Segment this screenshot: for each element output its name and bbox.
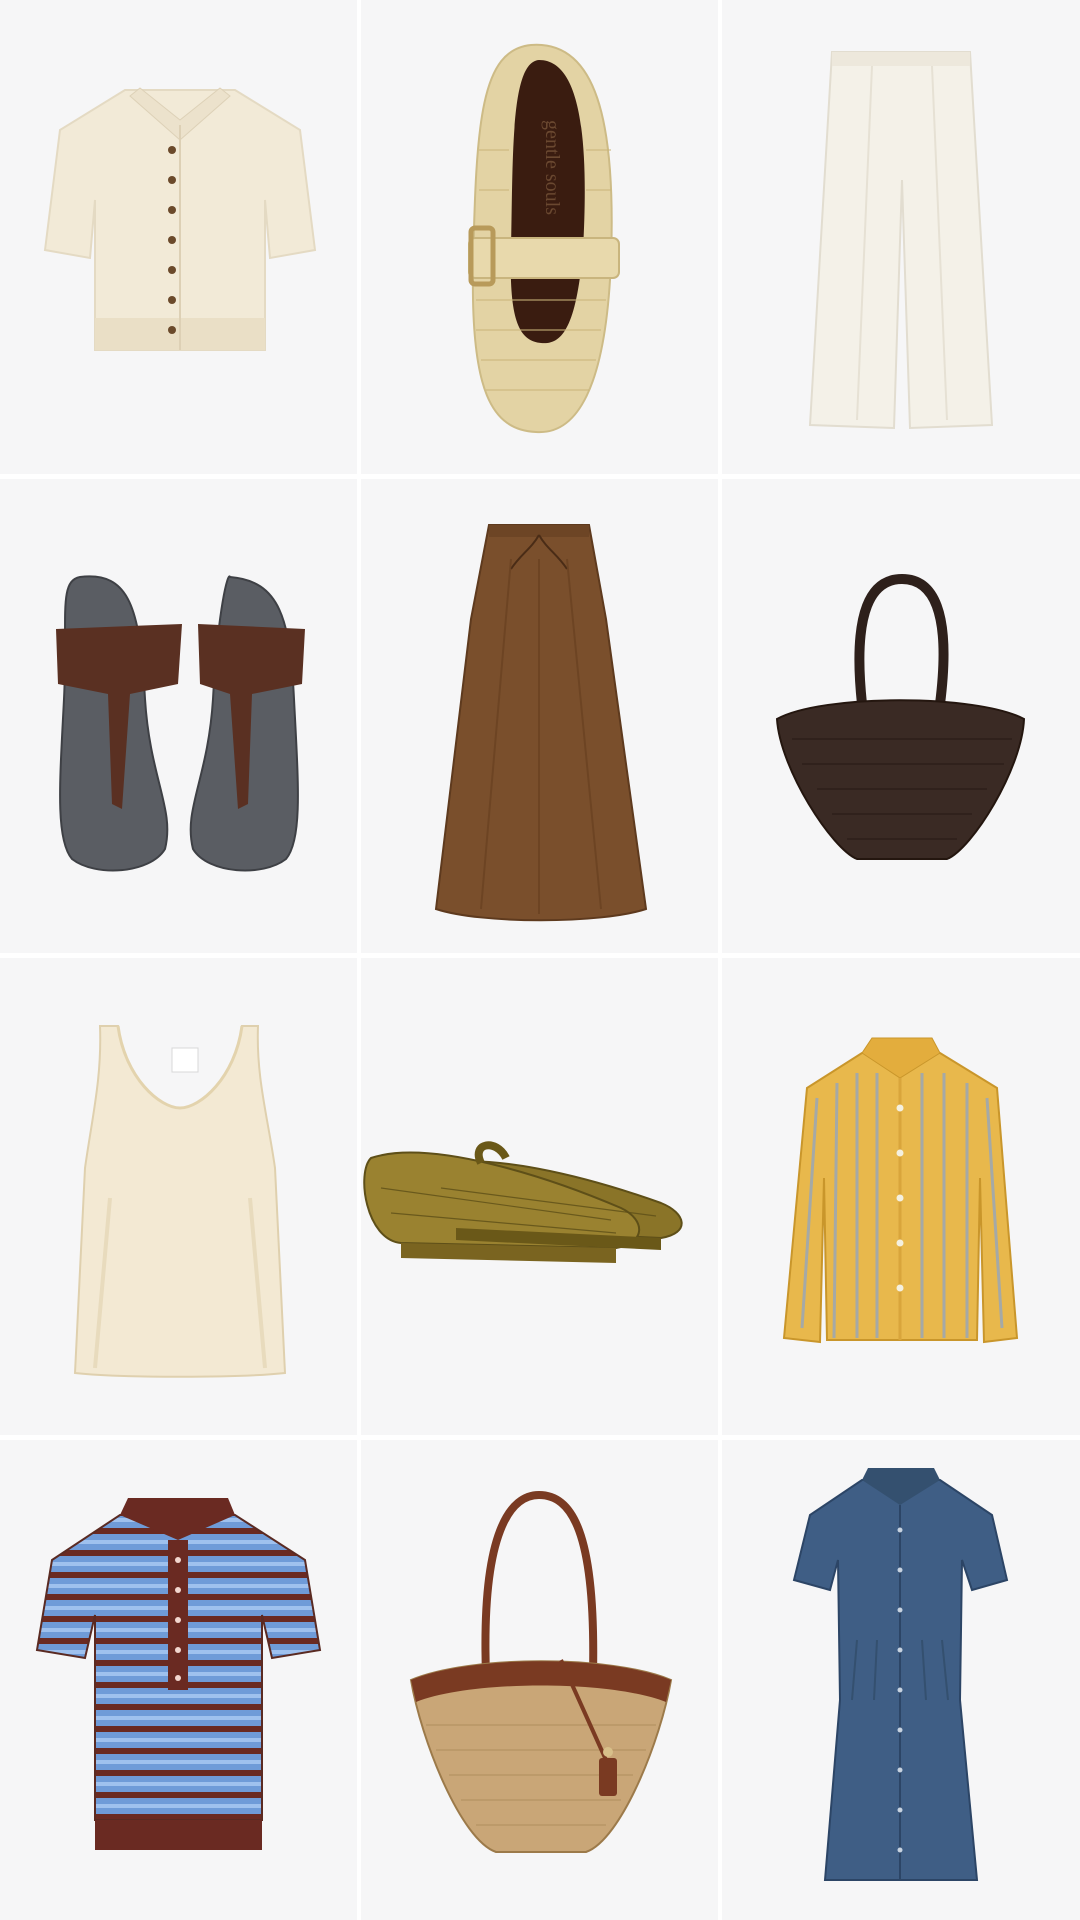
product-tile-straw-tote[interactable]	[361, 1440, 718, 1920]
product-tile-striped-shirt[interactable]	[722, 958, 1080, 1435]
product-tile-crochet-espadrilles[interactable]	[361, 958, 718, 1435]
product-tile-satin-tank[interactable]	[0, 958, 357, 1435]
product-tile-knit-cardigan[interactable]	[0, 0, 357, 474]
product-image-knit-cardigan	[43, 87, 317, 351]
product-image-denim-dress	[792, 1468, 1009, 1881]
product-image-striped-polo	[35, 1498, 322, 1850]
brand-logo-imprint: gentle souls	[541, 120, 563, 215]
product-tile-raffia-flat[interactable]: gentle souls	[361, 0, 718, 474]
product-image-striped-shirt	[782, 1037, 1019, 1344]
product-tile-wide-trousers[interactable]	[722, 0, 1080, 474]
product-tile-thong-sandals[interactable]	[0, 479, 357, 953]
product-image-satin-tank	[73, 1025, 287, 1378]
product-image-raffia-flat: gentle souls	[468, 43, 620, 434]
product-image-woven-tote	[775, 573, 1026, 860]
product-image-wide-trousers	[808, 51, 994, 430]
product-grid: gentle souls	[0, 0, 1080, 1920]
product-image-thong-sandals	[56, 575, 305, 872]
product-tile-midi-skirt[interactable]	[361, 479, 718, 953]
product-image-straw-tote	[409, 1490, 673, 1853]
product-image-midi-skirt	[434, 524, 648, 922]
product-image-crochet-espadrilles	[363, 1141, 683, 1263]
product-tile-denim-dress[interactable]	[722, 1440, 1080, 1920]
product-tile-woven-tote[interactable]	[722, 479, 1080, 953]
product-tile-striped-polo[interactable]	[0, 1440, 357, 1920]
